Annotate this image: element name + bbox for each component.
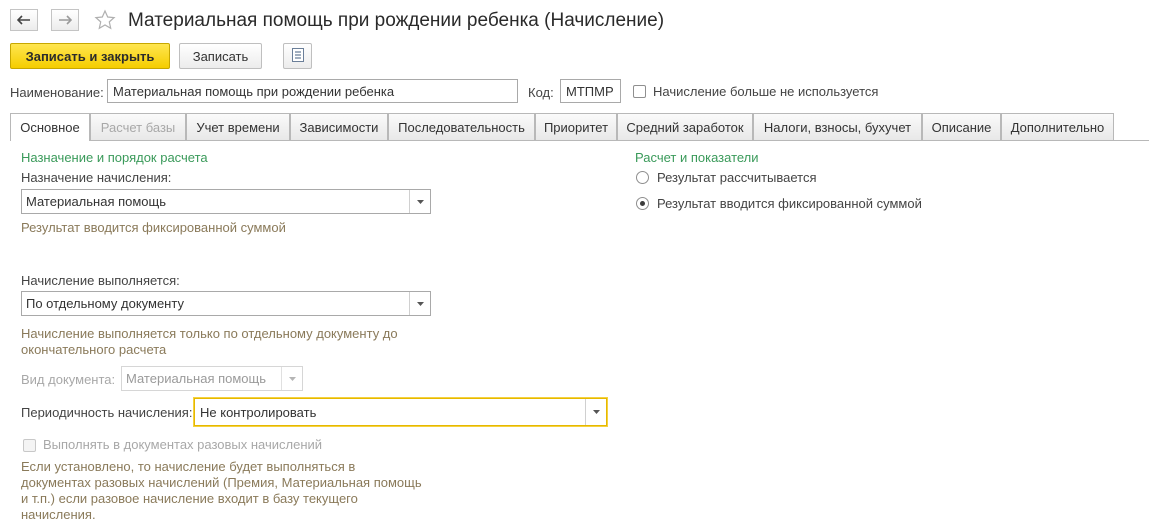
periodicity-select-value: Не контролировать (200, 404, 317, 420)
onetime-hint-line-3: и т.п.) если разовое начисление входит в… (21, 491, 358, 506)
code-label: Код: (528, 85, 554, 100)
radio-calculated[interactable] (636, 171, 649, 184)
save-and-close-button[interactable]: Записать и закрыть (10, 43, 170, 69)
execution-hint-line-1: Начисление выполняется только по отдельн… (21, 326, 398, 341)
onetime-hint-line-4: начисления. (21, 507, 96, 522)
arrow-left-icon (17, 15, 31, 25)
save-button[interactable]: Записать (179, 43, 262, 69)
chevron-down-icon[interactable] (409, 190, 430, 213)
doc-type-label: Вид документа: (21, 372, 116, 387)
periodicity-select[interactable]: Не контролировать (194, 398, 607, 426)
purpose-select-value: Материальная помощь (26, 194, 167, 209)
name-label: Наименование: (10, 85, 104, 100)
purpose-select[interactable]: Материальная помощь (21, 189, 431, 214)
radio-fixed-sum[interactable] (636, 197, 649, 210)
onetime-hint-line-1: Если установлено, то начисление будет вы… (21, 459, 356, 474)
chevron-down-icon[interactable] (409, 292, 430, 315)
arrow-right-icon (58, 15, 72, 25)
tab-time-accounting[interactable]: Учет времени (186, 113, 290, 140)
list-icon (291, 47, 304, 65)
favorite-star-icon[interactable] (94, 9, 116, 34)
doc-type-select: Материальная помощь (121, 366, 303, 391)
tab-priority[interactable]: Приоритет (535, 113, 617, 140)
execution-select-value: По отдельному документу (26, 296, 184, 311)
execution-hint-line-2: окончательного расчета (21, 342, 167, 357)
radio-fixed-sum-label: Результат вводится фиксированной суммой (657, 196, 922, 211)
execution-label: Начисление выполняется: (21, 273, 180, 288)
tab-base-calculation[interactable]: Расчет базы (90, 113, 186, 140)
name-field[interactable]: Материальная помощь при рождении ребенка (107, 79, 518, 103)
periodicity-label: Периодичность начисления: (21, 405, 193, 420)
forward-button[interactable] (51, 9, 79, 31)
tab-taxes-accounting[interactable]: Налоги, взносы, бухучет (753, 113, 922, 140)
section-title-calculation: Расчет и показатели (635, 150, 759, 165)
tab-sequence[interactable]: Последовательность (388, 113, 535, 140)
execution-select[interactable]: По отдельному документу (21, 291, 431, 316)
chevron-down-icon (281, 367, 302, 390)
unused-checkbox[interactable] (633, 85, 646, 98)
page-title: Материальная помощь при рождении ребенка… (128, 10, 665, 31)
section-title-purpose: Назначение и порядок расчета (21, 150, 208, 165)
onetime-hint-line-2: документах разовых начислений (Премия, М… (21, 475, 422, 490)
radio-calculated-label: Результат рассчитывается (657, 170, 817, 185)
tab-dependencies[interactable]: Зависимости (290, 113, 388, 140)
onetime-label: Выполнять в документах разовых начислени… (43, 437, 323, 452)
doc-type-select-value: Материальная помощь (126, 371, 267, 386)
onetime-checkbox (23, 439, 36, 452)
tab-average-earnings[interactable]: Средний заработок (617, 113, 753, 140)
tab-main[interactable]: Основное (10, 113, 90, 141)
tab-description[interactable]: Описание (922, 113, 1001, 140)
chevron-down-icon[interactable] (585, 399, 606, 425)
purpose-hint: Результат вводится фиксированной суммой (21, 220, 286, 235)
code-field[interactable]: МТПМР (560, 79, 621, 103)
more-actions-button[interactable] (283, 43, 312, 69)
back-button[interactable] (10, 9, 38, 31)
tab-additional[interactable]: Дополнительно (1001, 113, 1114, 140)
unused-label: Начисление больше не используется (653, 84, 879, 99)
purpose-label: Назначение начисления: (21, 170, 172, 185)
tabs-divider (10, 140, 1149, 141)
